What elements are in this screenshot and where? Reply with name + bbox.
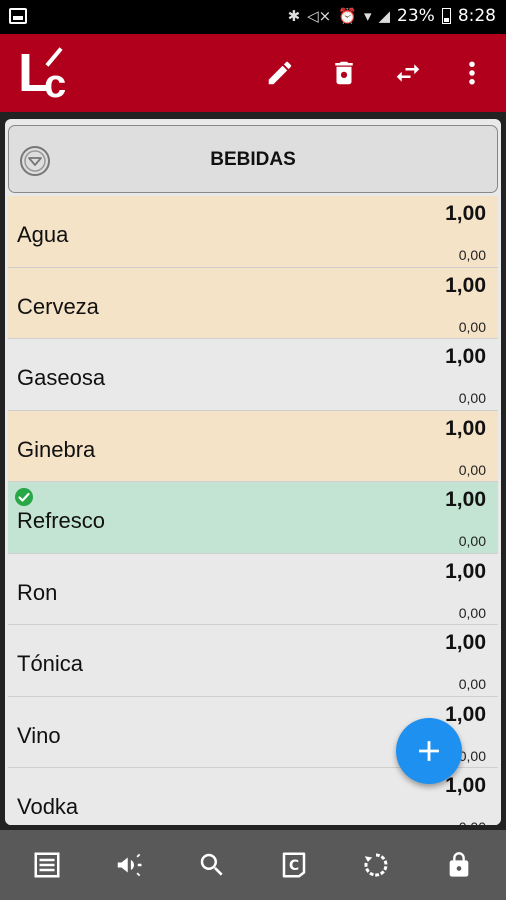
item-quantity: 1,00	[445, 273, 486, 297]
search-button[interactable]	[189, 842, 235, 888]
app-bar: L c	[0, 34, 506, 112]
battery-percent: 23%	[397, 6, 435, 26]
item-name: Gaseosa	[17, 365, 106, 390]
refresh-icon	[365, 853, 388, 877]
lock-icon	[449, 852, 469, 877]
item-name: Ron	[17, 579, 58, 605]
list-item[interactable]: Tónica 1,00 0,00	[8, 625, 498, 697]
list-item[interactable]: Agua 1,00 0,00	[8, 196, 498, 268]
item-price: 0,00	[458, 533, 486, 549]
item-price: 0,00	[458, 390, 486, 406]
add-item-button[interactable]	[396, 718, 462, 784]
app-logo: L c	[18, 43, 67, 106]
item-price: 0,00	[458, 461, 486, 478]
item-name: Vodka	[17, 794, 79, 819]
list-item[interactable]: Ron 1,00 0,00	[8, 553, 498, 625]
checked-icon	[15, 488, 33, 506]
notification-icon	[9, 8, 27, 24]
item-quantity: 1,00	[445, 774, 486, 797]
svg-text:C: C	[289, 858, 299, 874]
item-quantity: 1,00	[445, 488, 486, 511]
category-header[interactable]: BEBIDAS	[8, 125, 498, 193]
list-item[interactable]: Ginebra 1,00 0,00	[8, 410, 498, 482]
alarm-icon: ⏰	[338, 7, 357, 25]
bluetooth-icon: ✱	[287, 7, 301, 25]
more-button[interactable]	[456, 56, 488, 90]
item-name: Vino	[17, 722, 61, 748]
item-quantity: 1,00	[445, 631, 486, 654]
shopping-bag-button[interactable]: C	[271, 842, 317, 888]
mute-icon: ◁×	[307, 7, 332, 25]
edit-button[interactable]	[264, 56, 296, 90]
wifi-icon: ▾	[363, 7, 372, 25]
item-quantity: 1,00	[445, 416, 486, 440]
megaphone-icon	[118, 853, 142, 877]
item-price: 0,00	[458, 747, 486, 764]
item-name: Cerveza	[17, 293, 99, 319]
item-quantity: 1,00	[445, 202, 486, 225]
list-icon	[34, 852, 60, 878]
item-name: Agua	[17, 222, 69, 247]
shopping-bag-icon: C	[282, 852, 306, 878]
list-item[interactable]: Gaseosa 1,00 0,00	[8, 339, 498, 411]
item-quantity: 1,00	[445, 345, 486, 368]
item-price: 0,00	[458, 318, 486, 335]
refresh-button[interactable]	[353, 842, 399, 888]
search-icon	[200, 853, 223, 876]
list-button[interactable]	[24, 842, 70, 888]
item-name: Refresco	[17, 508, 106, 533]
item-price: 0,00	[458, 676, 486, 692]
list-item[interactable]: Cerveza 1,00 0,00	[8, 267, 498, 339]
item-name: Ginebra	[17, 436, 96, 462]
clock: 8:28	[457, 6, 496, 26]
item-quantity: 1,00	[445, 559, 486, 583]
edit-icon	[268, 61, 292, 85]
category-title: BEBIDAS	[210, 149, 296, 170]
delete-icon	[335, 61, 353, 85]
item-price: 0,00	[458, 247, 486, 263]
item-quantity: 1,00	[445, 702, 486, 726]
item-price: 0,00	[458, 604, 486, 621]
signal-icon: ◢	[378, 7, 391, 25]
more-icon	[469, 61, 475, 85]
swap-icon	[396, 64, 420, 82]
swap-button[interactable]	[392, 56, 424, 90]
item-name: Tónica	[17, 651, 84, 676]
delete-button[interactable]	[328, 56, 360, 90]
status-indicators: ✱ ◁× ⏰ ▾ ◢ 23% 8:28	[288, 6, 496, 26]
status-bar: ✱ ◁× ⏰ ▾ ◢ 23% 8:28	[0, 0, 506, 34]
lock-button[interactable]	[436, 842, 482, 888]
battery-icon	[441, 8, 451, 24]
list-item[interactable]: Refresco 1,00 0,00	[8, 482, 498, 554]
plus-icon	[419, 741, 439, 761]
bottom-toolbar: C	[0, 830, 506, 900]
item-price: 0,00	[459, 819, 486, 825]
announce-button[interactable]	[106, 842, 152, 888]
